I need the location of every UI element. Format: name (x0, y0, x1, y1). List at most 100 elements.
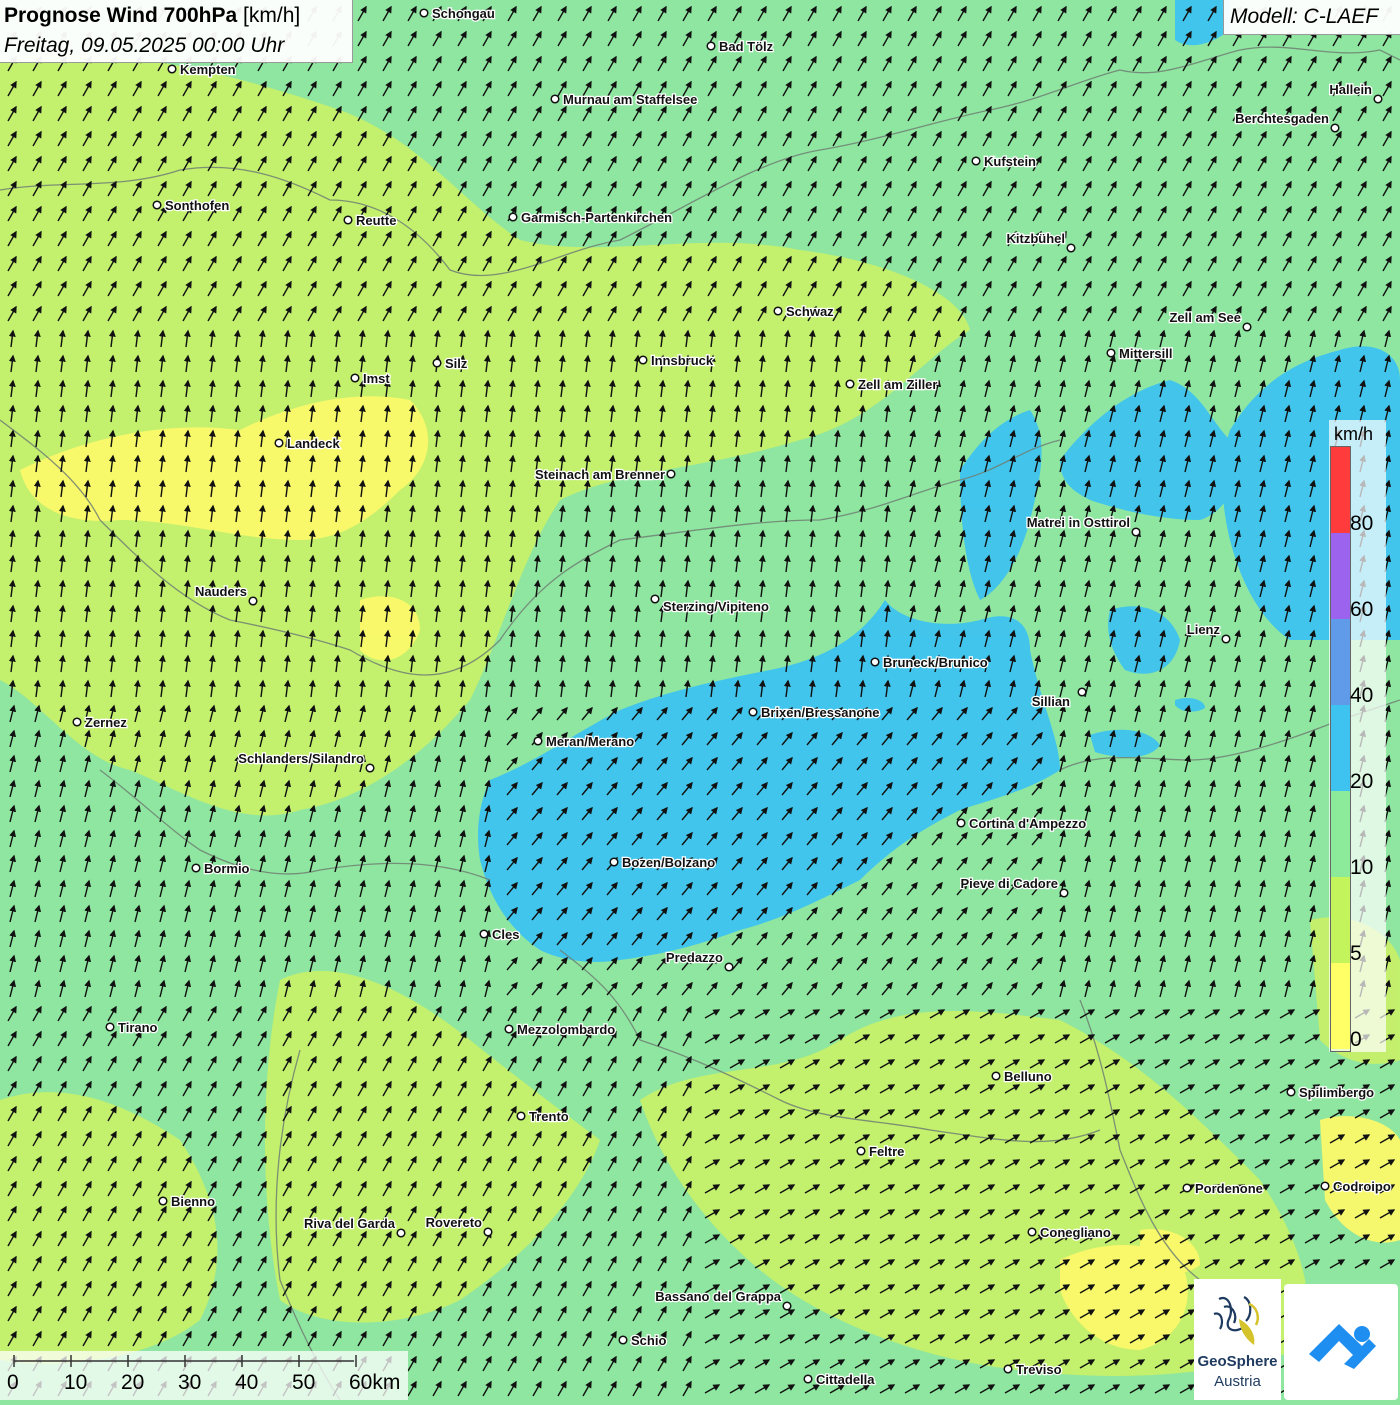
city-label: Pordenone (1195, 1181, 1263, 1196)
city-marker-icon (1131, 527, 1141, 537)
legend-segment (1331, 533, 1350, 619)
city-label: Murnau am Staffelsee (563, 92, 697, 107)
city-label: Nauders (195, 584, 247, 599)
city-marker-icon (991, 1071, 1001, 1081)
city-label: Schio (631, 1333, 666, 1348)
city-label: Cles (492, 927, 519, 942)
city-label: Zernez (85, 715, 127, 730)
scale-bar: 0 10 20 30 40 50 60km (0, 1351, 408, 1400)
geosphere-logo-name: GeoSphere (1197, 1353, 1278, 1370)
city-marker-icon (956, 818, 966, 828)
weather-app-logo-icon (1309, 1324, 1376, 1369)
city-marker-icon (1077, 687, 1087, 697)
city-marker-icon (870, 657, 880, 667)
city-label: Riva del Garda (304, 1216, 396, 1231)
city-label: Spilimbergo (1299, 1085, 1374, 1100)
scale-bar-line (13, 1355, 357, 1367)
city-label: Innsbruck (651, 353, 714, 368)
model-panel: Modell: C-LAEF (1223, 0, 1400, 35)
city-marker-icon (483, 1227, 493, 1237)
city-marker-icon (533, 736, 543, 746)
city-marker-icon (1221, 634, 1231, 644)
forecast-date: Freitag, 09.05.2025 00:00 Uhr (4, 34, 285, 57)
city-marker-icon (971, 156, 981, 166)
city-marker-icon (618, 1335, 628, 1345)
city-label: Codroipo (1333, 1179, 1391, 1194)
city-marker-icon (343, 215, 353, 225)
city-marker-icon (350, 373, 360, 383)
city-label: Reutte (356, 213, 396, 228)
city-label: Belluno (1004, 1069, 1052, 1084)
city-label: Sillian (1032, 694, 1070, 709)
city-marker-icon (666, 469, 676, 479)
city-label: Bad Tölz (719, 39, 774, 54)
city-marker-icon (167, 64, 177, 74)
city-label: Predazzo (666, 950, 723, 965)
city-marker-icon (724, 962, 734, 972)
city-marker-icon (516, 1111, 526, 1121)
city-marker-icon (1059, 888, 1069, 898)
city-marker-icon (782, 1301, 792, 1311)
geosphere-logo-icon (1213, 1296, 1259, 1345)
city-label: Sterzing/Vipiteno (663, 599, 769, 614)
city-label: Steinach am Brenner (535, 467, 665, 482)
legend-segment (1331, 791, 1350, 877)
city-marker-icon (1182, 1183, 1192, 1193)
legend-label: 80 (1350, 512, 1374, 535)
city-marker-icon (748, 707, 758, 717)
city-marker-icon (650, 594, 660, 604)
legend-label: 0 (1350, 1028, 1362, 1051)
city-label: Mezzolombardo (517, 1022, 615, 1037)
legend-segment (1331, 963, 1350, 1049)
city-marker-icon (1286, 1087, 1296, 1097)
legend-segment (1331, 705, 1350, 791)
title-panel: Prognose Wind 700hPa [km/h] Freitag, 09.… (0, 0, 353, 63)
city-label: Bozen/Bolzano (622, 855, 715, 870)
legend-label: 5 (1350, 942, 1362, 965)
city-marker-icon (1106, 348, 1116, 358)
city-label: Silz (445, 356, 468, 371)
city-label: Cortina d'Ampezzo (969, 816, 1086, 831)
legend-label: 60 (1350, 598, 1374, 621)
city-label: Schlanders/Silandro (238, 751, 364, 766)
city-marker-icon (72, 717, 82, 727)
legend-color-bar (1330, 446, 1351, 1052)
city-marker-icon (1003, 1364, 1013, 1374)
scale-label: 0 (7, 1371, 19, 1394)
city-label: Bruneck/Brunico (883, 655, 988, 670)
city-label: Bassano del Grappa (655, 1289, 781, 1304)
scale-label: 30 (178, 1371, 202, 1394)
city-label: Treviso (1016, 1362, 1062, 1377)
legend-segment (1331, 877, 1350, 963)
legend-unit: km/h (1334, 424, 1374, 444)
city-label: Schwaz (786, 304, 834, 319)
city-label: Kitzbühel (1007, 231, 1066, 246)
city-label: Zell am See (1169, 310, 1241, 325)
map-title: Prognose Wind 700hPa [km/h] (4, 4, 300, 28)
city-label: Kempten (180, 62, 236, 77)
city-label: Brixen/Bressanone (761, 705, 880, 720)
city-marker-icon (1242, 322, 1252, 332)
scale-label: 20 (121, 1371, 145, 1394)
city-label: Zell am Ziller (858, 377, 937, 392)
city-marker-icon (274, 438, 284, 448)
legend-segment (1331, 447, 1350, 533)
city-marker-icon (609, 857, 619, 867)
city-marker-icon (152, 200, 162, 210)
city-label: Trento (529, 1109, 569, 1124)
city-label: Berchtesgaden (1235, 111, 1329, 126)
city-marker-icon (419, 8, 429, 18)
weather-app-logo[interactable] (1284, 1284, 1398, 1400)
city-label: Kufstein (984, 154, 1036, 169)
scale-label: 50 (292, 1371, 316, 1394)
city-marker-icon (803, 1374, 813, 1384)
scale-label: 10 (64, 1371, 88, 1394)
city-label: Imst (363, 371, 390, 386)
map-title-main: Prognose Wind 700hPa (4, 4, 238, 27)
geosphere-logo-country: Austria (1214, 1373, 1261, 1390)
city-label: Conegliano (1040, 1225, 1111, 1240)
city-label: Landeck (287, 436, 341, 451)
city-marker-icon (396, 1228, 406, 1238)
geosphere-logo[interactable]: GeoSphere Austria (1194, 1279, 1281, 1400)
city-marker-icon (856, 1146, 866, 1156)
